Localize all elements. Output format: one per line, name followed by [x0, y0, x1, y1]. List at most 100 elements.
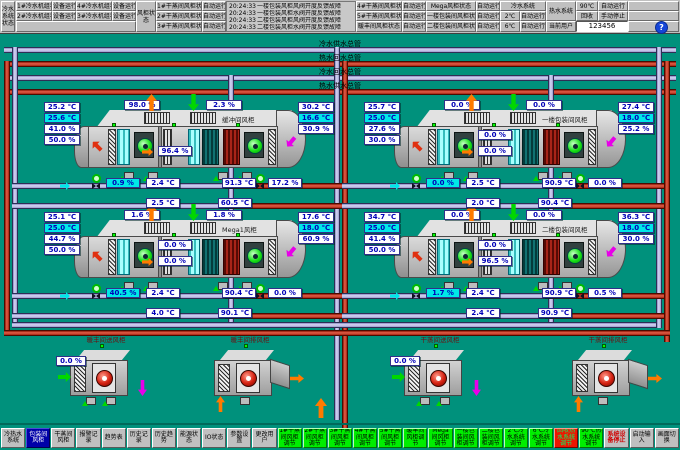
cold-valve-actuator-icon[interactable]: [412, 284, 421, 293]
small-fan-unit-1[interactable]: 暖丰间排风柜: [200, 334, 300, 416]
bottom-nav-button-3[interactable]: 报警记录: [76, 428, 100, 448]
bottom-nav-button-7[interactable]: 能源状态: [177, 428, 201, 448]
small-fan-unit-3[interactable]: 干蒸间排风柜: [558, 334, 658, 416]
bottom-nav-button-9[interactable]: 参数设置: [227, 428, 251, 448]
bottom-nav-button-19[interactable]: 二楼包装间风柜调节: [479, 428, 503, 448]
ahu-left-display-1: 25.0 ℃: [364, 113, 400, 123]
bottom-nav-button-21[interactable]: 6℃冷水系统调节: [529, 428, 553, 448]
fan-hub: [573, 144, 578, 149]
cold-valve-actuator-icon[interactable]: [412, 174, 421, 183]
bottom-nav-button-15[interactable]: 5#干蒸间风柜调节: [378, 428, 402, 448]
bottom-nav-button-20[interactable]: 2℃冷水系统调节: [504, 428, 528, 448]
ahu-mid-display-0: 0.0 %: [158, 240, 192, 250]
hot-sys-run-0[interactable]: 自动运行: [598, 1, 628, 11]
airflow-up-arrow-icon: [315, 398, 327, 418]
cold-valve-actuator-icon[interactable]: [92, 284, 101, 293]
ahu-right-display-2: 25.2 %: [618, 124, 654, 134]
bottom-nav-button-26[interactable]: 画面切换: [655, 428, 679, 448]
bottom-nav-button-2[interactable]: 干蒸间风柜: [51, 428, 75, 448]
damper-open-arrow-icon: [102, 398, 108, 406]
fan_status_a-run-1[interactable]: 自动运行: [202, 11, 226, 21]
bottom-nav-button-1[interactable]: 包装间风柜: [26, 428, 50, 448]
chiller-status-button-3[interactable]: 3#冷水机组状态: [76, 11, 112, 21]
supply-air-out-arrow-icon: [472, 380, 481, 396]
hot-sys-name-1[interactable]: 回收: [576, 11, 598, 21]
fan_status_b-name-2[interactable]: 暖丰间风柜状态: [356, 21, 402, 32]
bottom-separator: [0, 423, 680, 425]
fan_status_a-name-1[interactable]: 2#干蒸间风柜状态: [156, 11, 202, 21]
fan_status_c-run-0[interactable]: 自动运行: [476, 1, 500, 11]
fan_status_c-run-1[interactable]: 自动运行: [476, 11, 500, 21]
ahu-unit-3[interactable]: 34.7 ℃25.0 ℃41.4 %50.0 %36.3 ℃18.0 ℃30.0…: [360, 206, 660, 298]
ahu-left-display-3: 50.0 %: [364, 245, 400, 255]
cold-branch-pipe: [342, 313, 548, 319]
hot-valve-actuator-icon[interactable]: [256, 284, 265, 293]
fan_status_a-name-2[interactable]: 3#干蒸间风柜状态: [156, 21, 202, 32]
bottom-nav-bar: 冷热水系统包装间风柜干蒸间风柜报警记录趋势表历史记录历史趋势能源状态IO状态参数…: [0, 428, 680, 448]
bottom-nav-button-8[interactable]: IO状态: [202, 428, 226, 448]
bottom-nav-button-25[interactable]: 启动输入: [630, 428, 654, 448]
fan_status_a-run-0[interactable]: 自动运行: [202, 1, 226, 11]
bottom-nav-button-24[interactable]: 系统设备停止: [604, 428, 628, 448]
ahu-unit-1[interactable]: 25.7 ℃25.0 ℃27.6 %30.0 %27.4 ℃18.0 ℃25.2…: [360, 96, 660, 188]
cold-sys-run-0[interactable]: 自动运行: [520, 11, 546, 21]
chiller-status-button-1[interactable]: 4#冷水机组状态: [76, 1, 112, 11]
unit-roof: [578, 350, 632, 360]
roof-grille-2: [190, 112, 216, 124]
fan_status_b-run-0[interactable]: 自动运行: [402, 1, 426, 11]
ahu-left-display-0: 25.2 ℃: [44, 102, 80, 112]
hot-valve-actuator-icon[interactable]: [576, 284, 585, 293]
bottom-nav-button-13[interactable]: 3#干蒸间风柜调节: [328, 428, 352, 448]
chiller-run-state-0[interactable]: 设备运行: [52, 1, 76, 11]
bottom-nav-button-10[interactable]: 更改用户: [252, 428, 276, 448]
chiller-run-state-1[interactable]: 设备运行: [112, 1, 136, 11]
ahu-right-display-0: 36.3 ℃: [618, 212, 654, 222]
status-led: [112, 233, 116, 237]
help-icon[interactable]: ?: [655, 21, 668, 34]
fan_status_a-run-2[interactable]: 自动运行: [202, 21, 226, 32]
hot-sys-name-0[interactable]: 90℃: [576, 1, 598, 11]
fan_status_b-name-0[interactable]: 4#干蒸间风柜状态: [356, 1, 402, 11]
fan_status_a-name-0[interactable]: 1#干蒸间风柜状态: [156, 1, 202, 11]
ahu-left-display-2: 44.7 %: [44, 234, 80, 244]
fan_status_c-run-2[interactable]: 自动运行: [476, 21, 500, 32]
bottom-nav-button-14[interactable]: 4#干蒸间风柜调节: [353, 428, 377, 448]
bottom-nav-button-4[interactable]: 趋势表: [102, 428, 126, 448]
ahu-unit-2[interactable]: 25.1 ℃25.0 ℃44.7 %50.0 %17.6 ℃18.0 ℃60.9…: [40, 206, 340, 298]
bottom-nav-button-23[interactable]: 90℃热水系统调节: [579, 428, 603, 448]
fan_status_c-name-0[interactable]: Mega风柜状态: [426, 1, 476, 11]
fan-hub: [604, 376, 609, 381]
bottom-nav-button-16[interactable]: 暖丰间风柜调节: [403, 428, 427, 448]
small-fan-unit-0[interactable]: 暖丰间送风柜0.0 %: [56, 334, 156, 416]
cold-valve-actuator-icon[interactable]: [92, 174, 101, 183]
hot-sys-run-1[interactable]: 手动停止: [598, 11, 628, 21]
hot-valve-actuator-icon[interactable]: [256, 174, 265, 183]
chiller-status-button-0[interactable]: 1#冷水机组状态: [16, 1, 52, 11]
fan_status_b-run-2[interactable]: 自动运行: [402, 21, 426, 32]
small-fan-unit-2[interactable]: 干蒸间送风柜0.0 %: [390, 334, 490, 416]
bottom-nav-button-17[interactable]: Mega间风柜调节: [428, 428, 452, 448]
cooling-coil: [522, 239, 539, 275]
ahu-unit-0[interactable]: 25.2 ℃25.6 ℃41.0 %50.0 %30.2 ℃16.6 ℃30.9…: [40, 96, 340, 188]
bottom-nav-button-5[interactable]: 历史记录: [127, 428, 151, 448]
cold-sys-run-1[interactable]: 自动运行: [520, 21, 546, 32]
bottom-nav-button-6[interactable]: 历史趋势: [152, 428, 176, 448]
fan_status_b-name-1[interactable]: 5#干蒸间风柜状态: [356, 11, 402, 21]
damper-open-arrow-icon: [416, 398, 422, 406]
bottom-nav-button-22[interactable]: 回收热水系统调节: [554, 428, 578, 448]
fan_status_c-name-2[interactable]: 二楼包装间风柜状态: [426, 21, 476, 32]
bottom-nav-button-11[interactable]: 1#干蒸间风柜调节: [278, 428, 302, 448]
ahu-right-display-0: 17.6 ℃: [298, 212, 334, 222]
fan_status_b-run-1[interactable]: 自动运行: [402, 11, 426, 21]
hot-valve-actuator-icon[interactable]: [576, 174, 585, 183]
chiller-run-state-3[interactable]: 设备运行: [112, 11, 136, 21]
bottom-nav-button-18[interactable]: 一楼包装间风柜调节: [454, 428, 478, 448]
cold-sys-name-0[interactable]: 2℃: [500, 11, 520, 21]
fan_status_c-name-1[interactable]: 一楼包装间风柜状态: [426, 11, 476, 21]
chiller-status-button-2[interactable]: 2#冷水机组状态: [16, 11, 52, 21]
bottom-nav-button-12[interactable]: 2#干蒸间风柜调节: [303, 428, 327, 448]
chiller-run-state-2[interactable]: 设备运行: [52, 11, 76, 21]
alarm-row-2: 20:24:33二楼包装风柜风阀开度反馈故障: [227, 17, 356, 24]
bottom-nav-button-0[interactable]: 冷热水系统: [1, 428, 25, 448]
cold-sys-name-1[interactable]: 6℃: [500, 21, 520, 32]
